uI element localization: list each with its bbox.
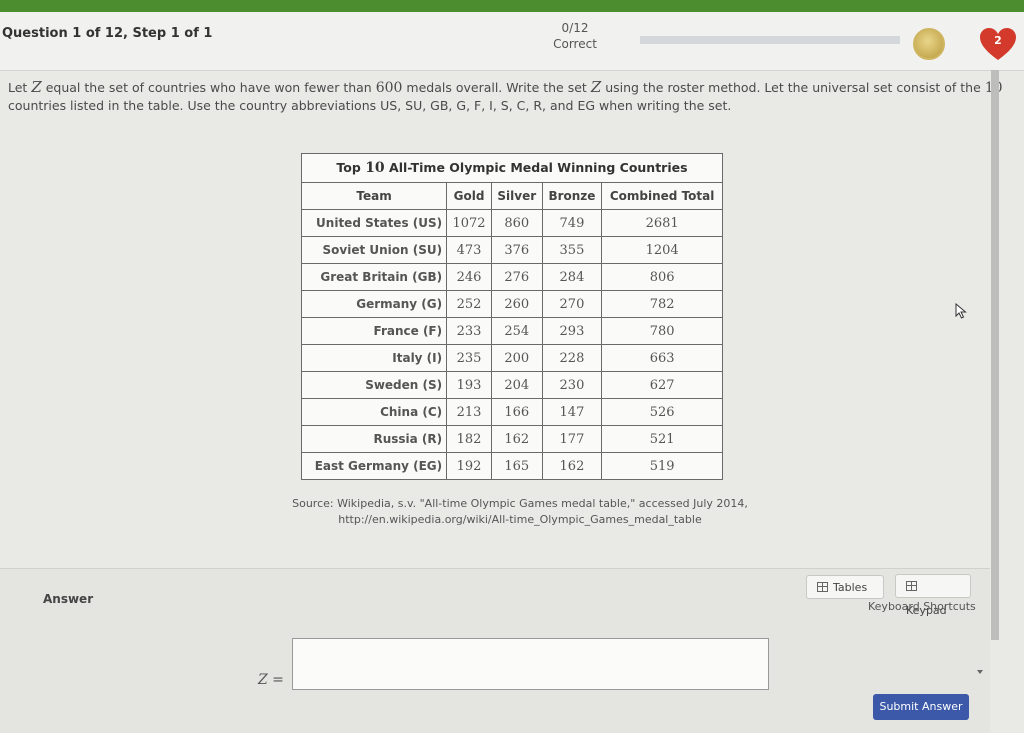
value-cell: 260: [490, 290, 543, 318]
value-cell: 252: [446, 290, 492, 318]
question-prompt: Let Z equal the set of countries who hav…: [8, 78, 1003, 113]
value-cell: 182: [446, 425, 492, 453]
table-row: France (F) 233 254 293 780: [300, 317, 723, 345]
value-cell: 521: [601, 425, 723, 453]
value-cell: 166: [490, 398, 543, 426]
table-row: Italy (I) 235 200 228 663: [300, 344, 723, 372]
cursor-icon: [955, 302, 967, 323]
value-cell: 165: [490, 452, 543, 480]
table-title: Top 10 All-Time Olympic Medal Winning Co…: [301, 153, 723, 182]
streak-count: 2: [994, 34, 1002, 47]
heart-icon[interactable]: 2: [980, 28, 1016, 62]
value-cell: 193: [446, 371, 492, 399]
value-cell: 246: [446, 263, 492, 291]
keyboard-shortcuts-link[interactable]: Keyboard Shortcuts: [868, 600, 976, 613]
column-header: Gold: [446, 182, 492, 210]
value-cell: 806: [601, 263, 723, 291]
table-source: Source: Wikipedia, s.v. "All-time Olympi…: [285, 496, 755, 528]
submit-answer-button[interactable]: Submit Answer: [873, 694, 969, 720]
value-cell: 235: [446, 344, 492, 372]
value-cell: 473: [446, 236, 492, 264]
value-cell: 782: [601, 290, 723, 318]
value-cell: 230: [541, 371, 603, 399]
value-cell: 192: [446, 452, 492, 480]
answer-input[interactable]: [292, 638, 769, 690]
score-value: 0/12: [561, 21, 589, 35]
keypad-button[interactable]: Keypad: [895, 574, 971, 617]
value-cell: 177: [541, 425, 603, 453]
answer-variable-label: Z =: [258, 672, 284, 688]
medal-icon[interactable]: [913, 28, 945, 60]
value-cell: 200: [490, 344, 543, 372]
table-row: Russia (R) 182 162 177 521: [300, 425, 723, 453]
scroll-down-icon[interactable]: [977, 670, 983, 674]
table-row: Sweden (S) 193 204 230 627: [300, 371, 723, 399]
value-cell: 213: [446, 398, 492, 426]
table-row: Great Britain (GB) 246 276 284 806: [300, 263, 723, 291]
table-body: United States (US) 1072 860 749 2681 Soviet U…: [300, 209, 723, 480]
value-cell: 276: [490, 263, 543, 291]
value-cell: 355: [541, 236, 603, 264]
value-cell: 233: [446, 317, 492, 345]
top-accent-bar: [0, 0, 1024, 12]
value-cell: 204: [490, 371, 543, 399]
table-row: Germany (G) 252 260 270 782: [300, 290, 723, 318]
table-icon: [817, 582, 828, 592]
tables-button[interactable]: Tables: [806, 575, 884, 599]
value-cell: 526: [601, 398, 723, 426]
value-cell: 228: [541, 344, 603, 372]
question-info: Question 1 of 12, Step 1 of 1: [2, 26, 213, 41]
value-cell: 254: [490, 317, 543, 345]
value-cell: 162: [541, 452, 603, 480]
table-header-row: Team Gold Silver Bronze Combined Total: [300, 182, 723, 210]
value-cell: 519: [601, 452, 723, 480]
table-row: United States (US) 1072 860 749 2681: [300, 209, 723, 237]
source-link[interactable]: http://en.wikipedia.org/wiki/All-time_Ol…: [285, 512, 755, 528]
table-row: China (C) 213 166 147 526: [300, 398, 723, 426]
column-header: Combined Total: [601, 182, 723, 210]
scrollbar[interactable]: [991, 70, 999, 640]
team-cell: Germany (G): [300, 290, 448, 318]
team-cell: Sweden (S): [300, 371, 448, 399]
medal-table: Top 10 All-Time Olympic Medal Winning Co…: [300, 153, 723, 480]
tables-button-label: Tables: [833, 581, 868, 594]
value-cell: 162: [490, 425, 543, 453]
value-cell: 780: [601, 317, 723, 345]
column-header: Bronze: [541, 182, 603, 210]
score-display: 0/12 Correct: [520, 20, 630, 52]
value-cell: 270: [541, 290, 603, 318]
team-cell: United States (US): [300, 209, 448, 237]
value-cell: 2681: [601, 209, 723, 237]
score-status: Correct: [553, 37, 597, 51]
team-cell: Russia (R): [300, 425, 448, 453]
value-cell: 284: [541, 263, 603, 291]
value-cell: 627: [601, 371, 723, 399]
value-cell: 1204: [601, 236, 723, 264]
team-cell: East Germany (EG): [300, 452, 448, 480]
team-cell: Soviet Union (SU): [300, 236, 448, 264]
value-cell: 860: [490, 209, 543, 237]
answer-label: Answer: [43, 592, 94, 606]
table-row: East Germany (EG) 192 165 162 519: [300, 452, 723, 480]
team-cell: France (F): [300, 317, 448, 345]
source-line: Source: Wikipedia, s.v. "All-time Olympi…: [292, 497, 748, 510]
keypad-icon: [906, 581, 917, 591]
value-cell: 293: [541, 317, 603, 345]
table-row: Soviet Union (SU) 473 376 355 1204: [300, 236, 723, 264]
value-cell: 147: [541, 398, 603, 426]
value-cell: 749: [541, 209, 603, 237]
column-header: Silver: [490, 182, 543, 210]
column-header: Team: [300, 182, 448, 210]
value-cell: 1072: [446, 209, 492, 237]
value-cell: 663: [601, 344, 723, 372]
team-cell: Great Britain (GB): [300, 263, 448, 291]
team-cell: China (C): [300, 398, 448, 426]
value-cell: 376: [490, 236, 543, 264]
team-cell: Italy (I): [300, 344, 448, 372]
progress-bar: [640, 36, 900, 44]
